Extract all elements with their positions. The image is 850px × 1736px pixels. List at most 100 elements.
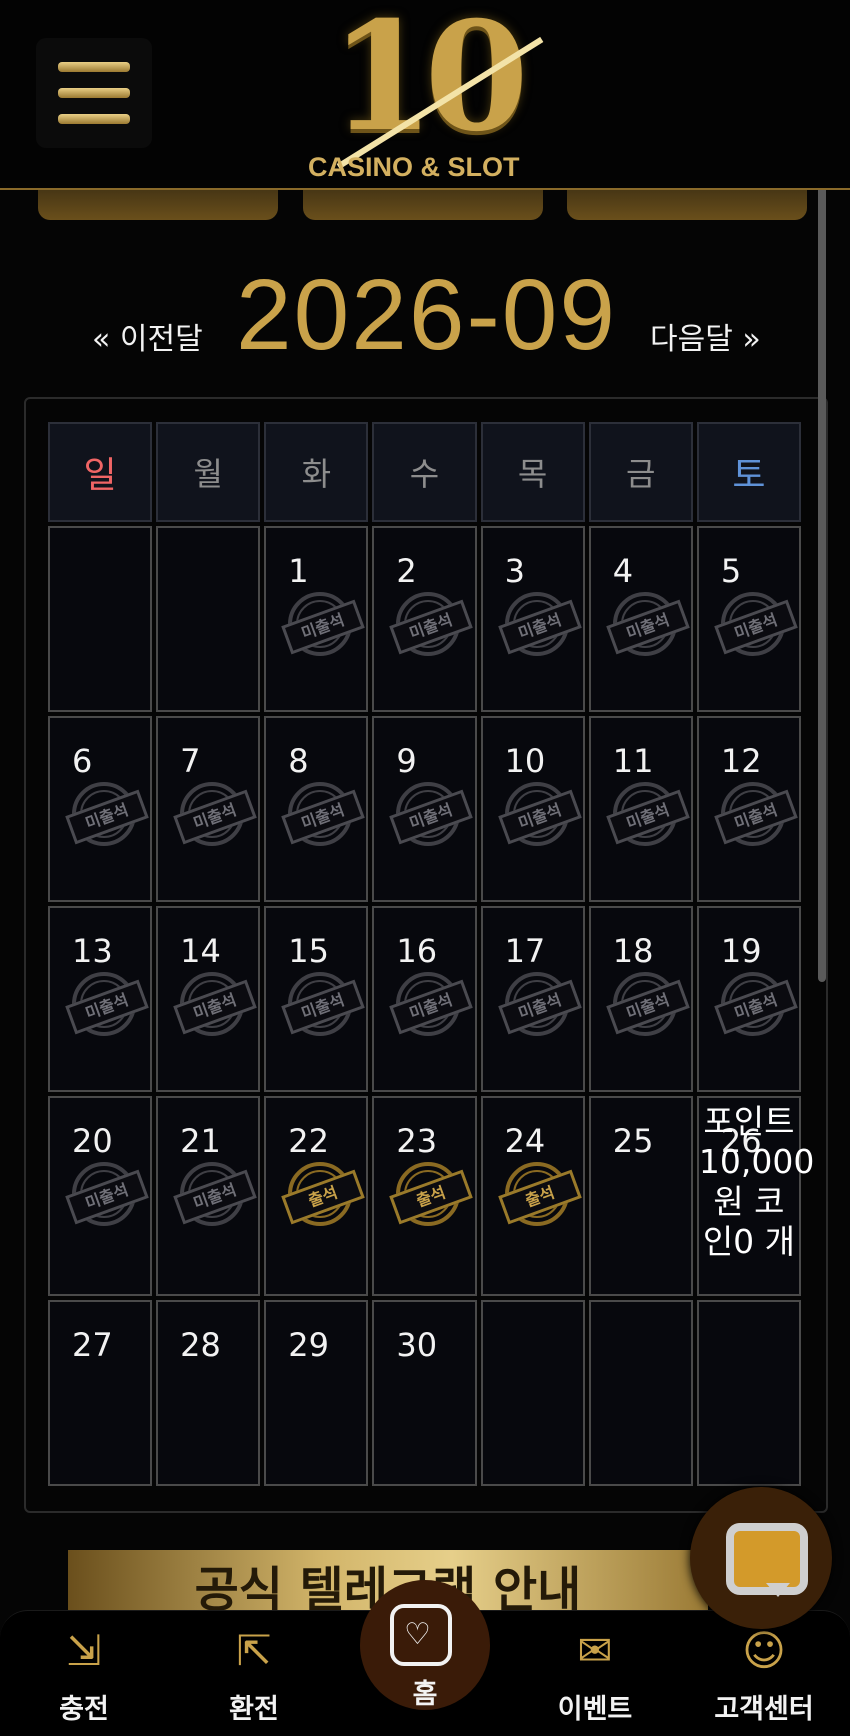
calendar-day: 17 미출석 <box>480 906 585 1092</box>
absent-stamp-icon: 미출석 <box>389 592 474 656</box>
day-number: 1 <box>288 552 309 590</box>
calendar-day: 16 미출석 <box>372 906 477 1092</box>
stamp-label: 출석 <box>281 1169 366 1225</box>
stamp-label: 미출석 <box>281 979 366 1035</box>
stamp-label: 미출석 <box>389 789 474 845</box>
calendar-day: 3 미출석 <box>480 526 585 712</box>
logo-text: CASINO & SLOT <box>308 152 520 182</box>
hamburger-menu-button[interactable] <box>36 38 152 148</box>
day-number: 5 <box>720 552 742 590</box>
day-number: 7 <box>180 742 201 780</box>
month-navigation: « 이전달 2026-09 다음달 » <box>0 258 850 371</box>
chat-bubble-tail <box>766 1583 790 1597</box>
nav-withdraw[interactable]: ⇱ 환전 <box>194 1611 314 1736</box>
calendar-day: 11 미출석 <box>588 716 693 902</box>
withdraw-icon: ⇱ <box>236 1626 272 1675</box>
stamp-label: 미출석 <box>173 979 257 1035</box>
day-number: 6 <box>72 742 93 780</box>
calendar-days: 1 미출석 2 미출석 3 미출석 4 미출석 5 미출석 6 미출석 7 미출석 8 미출석 9 미출석 10 미출… <box>48 526 814 1486</box>
calendar-day: 26 포인트 10,000 원 코인0 개 <box>696 1096 814 1296</box>
nav-event[interactable]: ✉ 이벤트 <box>535 1611 655 1736</box>
next-month-link[interactable]: 다음달 » <box>650 314 761 358</box>
calendar-day: 27 <box>48 1300 153 1486</box>
absent-stamp-icon: 미출석 <box>173 972 257 1036</box>
day-number: 8 <box>288 742 309 780</box>
absent-stamp-icon: 미출석 <box>497 972 582 1036</box>
day-number: 29 <box>288 1326 329 1364</box>
stamp-label: 출석 <box>497 1169 582 1225</box>
weekday-fri: 금 <box>588 422 693 522</box>
stamp-label: 미출석 <box>389 979 474 1035</box>
calendar-day: 6 미출석 <box>48 716 153 902</box>
absent-stamp-icon: 미출석 <box>65 1162 149 1226</box>
menu-line-icon <box>58 62 130 72</box>
calendar-day: 10 미출석 <box>480 716 585 902</box>
nav-support-label: 고객센터 <box>714 1694 814 1725</box>
absent-stamp-icon: 미출석 <box>65 972 149 1036</box>
site-logo[interactable]: 10 CASINO & SLOT <box>300 2 550 184</box>
stamp-label: 미출석 <box>605 599 690 655</box>
weekday-thu: 목 <box>480 422 585 522</box>
day-number: 30 <box>396 1326 438 1364</box>
stamp-label: 미출석 <box>281 789 366 845</box>
nav-deposit-label: 충전 <box>59 1694 109 1725</box>
calendar-day: 18 미출석 <box>588 906 693 1092</box>
absent-stamp-icon: 미출석 <box>605 972 690 1036</box>
menu-line-icon <box>58 114 130 124</box>
nav-support[interactable]: ☺ 고객센터 <box>704 1611 824 1736</box>
live-chat-button[interactable] <box>690 1487 832 1629</box>
stamp-label: 미출석 <box>389 599 474 655</box>
day-number: 18 <box>612 932 654 970</box>
nav-deposit[interactable]: ⇲ 충전 <box>24 1611 144 1736</box>
weekday-sun: 일 <box>48 422 153 522</box>
calendar-day: 5 미출석 <box>696 526 801 712</box>
day-number: 20 <box>72 1122 113 1160</box>
calendar-day: 29 <box>264 1300 369 1486</box>
menu-line-icon <box>58 88 130 98</box>
calendar-day: 22 출석 <box>264 1096 369 1296</box>
calendar-day: 2 미출석 <box>372 526 477 712</box>
day-number: 19 <box>720 932 762 970</box>
nav-home[interactable]: ♡ 홈 <box>360 1580 490 1725</box>
calendar-day: 15 미출석 <box>264 906 369 1092</box>
attendance-calendar: 일 월 화 수 목 금 토 1 미출석 2 미출석 3 미출석 4 미출석 5 미출석 6 미출석 7 미… <box>48 422 814 1486</box>
calendar-day: 12 미출석 <box>696 716 801 902</box>
day-number: 9 <box>396 742 417 780</box>
attended-stamp-icon: 출석 <box>497 1162 582 1226</box>
current-month: 2026-09 <box>236 259 617 371</box>
weekday-sat: 토 <box>696 422 801 522</box>
stamp-label: 미출석 <box>605 789 690 845</box>
absent-stamp-icon: 미출석 <box>605 782 690 846</box>
deposit-icon: ⇲ <box>66 1626 102 1675</box>
empty-day <box>48 526 153 712</box>
absent-stamp-icon: 미출석 <box>281 972 366 1036</box>
calendar-day: 23 출석 <box>372 1096 477 1296</box>
day-number: 17 <box>504 932 546 970</box>
day-number: 22 <box>288 1122 329 1160</box>
day-number: 4 <box>612 552 634 590</box>
absent-stamp-icon: 미출석 <box>173 782 257 846</box>
nav-event-label: 이벤트 <box>557 1694 633 1725</box>
app-header: 10 CASINO & SLOT <box>0 0 850 190</box>
stamp-label: 미출석 <box>497 789 582 845</box>
calendar-day: 21 미출석 <box>156 1096 261 1296</box>
calendar-day: 7 미출석 <box>156 716 261 902</box>
empty-day <box>588 1300 693 1486</box>
calendar-day: 20 미출석 <box>48 1096 153 1296</box>
absent-stamp-icon: 미출석 <box>65 782 149 846</box>
nav-home-label: 홈 <box>412 1679 438 1710</box>
absent-stamp-icon: 미출석 <box>281 592 366 656</box>
calendar-day: 30 <box>372 1300 477 1486</box>
calendar-day: 9 미출석 <box>372 716 477 902</box>
day-number: 25 <box>612 1122 654 1160</box>
calendar-day: 25 <box>588 1096 693 1296</box>
nav-withdraw-label: 환전 <box>229 1694 279 1725</box>
stamp-label: 미출석 <box>497 599 582 655</box>
scrollbar[interactable] <box>818 178 826 982</box>
absent-stamp-icon: 미출석 <box>281 782 366 846</box>
absent-stamp-icon: 미출석 <box>714 782 798 846</box>
prev-month-link[interactable]: « 이전달 <box>92 314 203 358</box>
absent-stamp-icon: 미출석 <box>389 782 474 846</box>
day-number: 3 <box>504 552 525 590</box>
day-number: 28 <box>180 1326 221 1364</box>
